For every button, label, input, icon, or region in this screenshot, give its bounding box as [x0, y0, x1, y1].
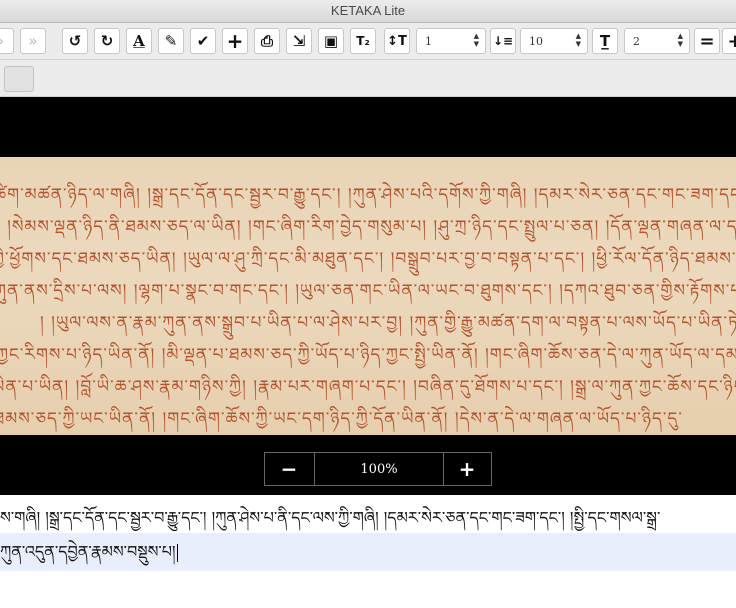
undo-icon[interactable]: ↺ [62, 28, 88, 54]
fast-forward-icon[interactable]: » [20, 28, 46, 54]
checkmark-glyph: ✔ [196, 32, 210, 50]
redo-glyph: ↻ [100, 32, 114, 50]
editor-line[interactable]: ས་གཞི། །སྒྲ་དང་དོན་དང་སྦྱར་བ་རྒྱུ་དང་། །… [0, 505, 736, 531]
stepper-arrows-icon: ▲ ▼ [473, 32, 479, 48]
image-icon[interactable]: ▣ [318, 28, 344, 54]
minus-icon: − [280, 457, 298, 481]
sort-order-icon[interactable]: ↓≡ [490, 28, 516, 54]
size-select[interactable]: 10 ▲ ▼ [520, 28, 588, 54]
equals-glyph: = [699, 30, 715, 52]
text-underline-icon[interactable]: T̲ [592, 28, 618, 54]
redo-icon[interactable]: ↻ [94, 28, 120, 54]
zoom-control: − 100% + [264, 452, 492, 486]
zoom-out-button[interactable]: − [265, 453, 313, 485]
stepper-arrows-icon: ▲ ▼ [677, 32, 683, 48]
line-select[interactable]: 1 ▲ ▼ [416, 28, 486, 54]
text-height-icon[interactable]: ↕T [384, 28, 410, 54]
pencil-glyph: ✎ [164, 32, 178, 50]
line-select-value: 1 [425, 35, 432, 48]
image-glyph: ▣ [323, 32, 339, 50]
pencil-icon[interactable]: ✎ [158, 28, 184, 54]
text-height-glyph: ↕T [387, 33, 407, 49]
chevron-right-icon[interactable]: › [0, 28, 14, 54]
text-caret [176, 543, 178, 562]
text-color-glyph: A [133, 32, 145, 50]
image-viewer[interactable]: ཚིག་མཚན་ཉིད་ལ་གཞི། །སྒྲ་དང་དོན་དང་སྦྱར་བ… [0, 97, 736, 495]
export-document-glyph: ⇲ [292, 32, 306, 50]
chevron-right-glyph: › [0, 32, 4, 50]
window-titlebar: KETAKA Lite [0, 0, 736, 23]
text-underline-glyph: T̲ [599, 32, 611, 50]
printer-icon[interactable]: ⎙ [254, 28, 280, 54]
editor-line-text: ས་གཞི། །སྒྲ་དང་དོན་དང་སྦྱར་བ་རྒྱུ་དང་། །… [0, 508, 661, 527]
spacing-select[interactable]: 2 ▲ ▼ [624, 28, 690, 54]
size-select-value: 10 [529, 35, 543, 48]
tab-row [0, 60, 736, 97]
stepper-arrows-icon: ▲ ▼ [575, 32, 581, 48]
plus-icon[interactable]: + [222, 28, 248, 54]
subscript-glyph: T₂ [356, 34, 370, 48]
equals-icon[interactable]: = [694, 28, 720, 54]
manuscript-line: ཐམས་ཅད་ཀྱི་ཡང་ཡིན་ནོ། །གང་ཞིག་ཆོས་ཀྱི་ཡང… [0, 409, 683, 429]
page-tab[interactable] [4, 66, 34, 92]
undo-glyph: ↺ [68, 32, 82, 50]
text-color-icon[interactable]: A [126, 28, 152, 54]
sort-order-glyph: ↓≡ [492, 34, 514, 48]
add-icon[interactable]: + [722, 28, 736, 54]
plus-glyph: + [226, 29, 244, 53]
editor-current-line[interactable]: ཀུན་འདུན་དབྱེན་རྣམས་བསྡུས་པ། [0, 533, 736, 571]
text-editor[interactable]: ས་གཞི། །སྒྲ་དང་དོན་དང་སྦྱར་བ་རྒྱུ་དང་། །… [0, 495, 736, 608]
export-document-icon[interactable]: ⇲ [286, 28, 312, 54]
window-title: KETAKA Lite [330, 3, 406, 18]
spacing-select-value: 2 [633, 35, 640, 48]
add-glyph: + [727, 30, 736, 52]
toolbar: › » ↺ ↻ A ✎ ✔ + ⎙ ⇲ ▣ T₂ ↕T 1 ▲▼ ↓≡ 10 ▲… [0, 23, 736, 60]
printer-glyph: ⎙ [260, 32, 273, 50]
checkmark-icon[interactable]: ✔ [190, 28, 216, 54]
zoom-level: 100% [314, 453, 444, 485]
subscript-icon[interactable]: T₂ [350, 28, 376, 54]
plus-icon: + [458, 457, 476, 481]
manuscript-image: ཚིག་མཚན་ཉིད་ལ་གཞི། །སྒྲ་དང་དོན་དང་སྦྱར་བ… [0, 157, 736, 435]
fast-forward-glyph: » [28, 32, 38, 50]
zoom-in-button[interactable]: + [443, 453, 491, 485]
editor-line-text: ཀུན་འདུན་དབྱེན་རྣམས་བསྡུས་པ། [0, 542, 176, 561]
